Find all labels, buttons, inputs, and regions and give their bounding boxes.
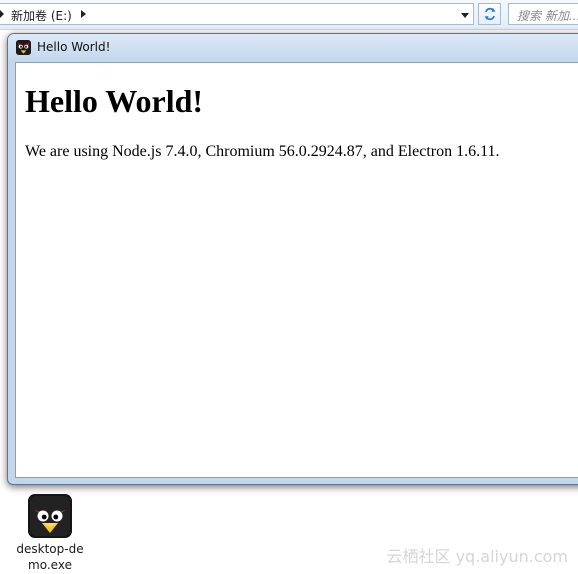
web-content: Hello World! We are using Node.js 7.4.0,… xyxy=(15,62,578,478)
angry-bird-icon xyxy=(16,40,31,55)
desktop-icon-label: desktop-demo.exe xyxy=(16,542,84,572)
breadcrumb-left-arrow-icon[interactable] xyxy=(0,10,4,18)
search-input[interactable]: 搜索 新加... xyxy=(508,3,578,25)
refresh-icon xyxy=(484,7,495,21)
page-heading: Hello World! xyxy=(25,83,204,119)
explorer-address-bar: 新加卷 (E:) 搜索 新加... xyxy=(0,0,578,30)
address-path[interactable]: 新加卷 (E:) xyxy=(11,7,72,24)
version-text: We are using Node.js 7.4.0, Chromium 56.… xyxy=(25,143,500,160)
breadcrumb-chevron-icon[interactable] xyxy=(81,10,86,18)
refresh-button[interactable] xyxy=(478,3,501,25)
app-window: Hello World! Hello World! We are using N… xyxy=(7,33,578,485)
window-title: Hello World! xyxy=(37,40,111,54)
watermark: 云栖社区 yq.aliyun.com xyxy=(386,547,568,566)
angry-bird-icon xyxy=(28,494,72,538)
title-bar[interactable]: Hello World! xyxy=(8,34,578,61)
desktop-exe-shortcut[interactable]: desktop-demo.exe xyxy=(16,492,84,574)
address-dropdown-icon[interactable] xyxy=(458,8,472,22)
search-placeholder: 搜索 新加... xyxy=(517,9,578,23)
address-box[interactable]: 新加卷 (E:) xyxy=(0,3,474,25)
